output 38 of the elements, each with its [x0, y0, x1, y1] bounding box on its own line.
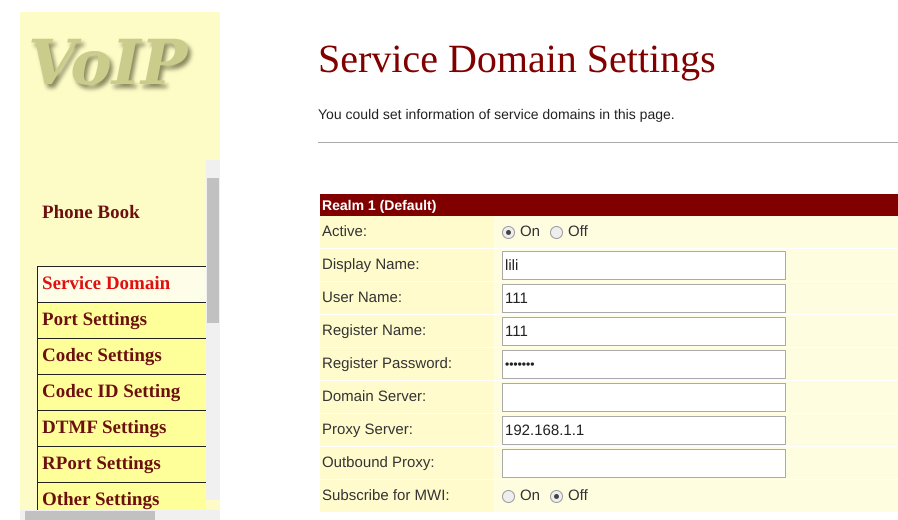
text-field[interactable]: •••••••	[502, 350, 786, 378]
field-label: User Name:	[320, 282, 494, 314]
field-label: Proxy Server:	[320, 414, 494, 446]
logo-text: VoIP	[28, 32, 188, 94]
radio-icon[interactable]	[502, 490, 515, 502]
radio-option[interactable]: On	[502, 484, 540, 508]
radio-option[interactable]: On	[502, 220, 540, 244]
sidebar-menu-item[interactable]: Port Settings	[38, 303, 206, 339]
page-title: Service Domain Settings	[318, 35, 717, 83]
sidebar-menu-item[interactable]: Codec Settings	[38, 339, 206, 375]
vertical-scrollbar[interactable]	[206, 160, 220, 500]
field-label: Domain Server:	[320, 381, 494, 413]
sidebar-menu-item[interactable]: RPort Settings	[38, 447, 206, 483]
field-label: Subscribe for MWI:	[320, 480, 494, 512]
phone-book-link[interactable]: Phone Book	[42, 202, 206, 224]
field-label: Register Password:	[320, 348, 494, 380]
radio-icon[interactable]	[550, 490, 564, 502]
text-field[interactable]: 111	[502, 284, 786, 312]
section-header: Realm 1 (Default)	[320, 194, 898, 216]
text-field[interactable]	[502, 448, 786, 478]
text-field[interactable]	[502, 382, 786, 412]
sidebar-menu-item[interactable]: DTMF Settings	[38, 411, 206, 447]
field-label: Outbound Proxy:	[320, 447, 494, 479]
field-label: Register Name:	[320, 315, 494, 347]
text-field[interactable]: 192.168.1.1	[502, 416, 786, 444]
field-label: Active:	[320, 216, 494, 248]
radio-option[interactable]: Off	[550, 484, 588, 508]
sidebar-menu-item[interactable]: Other Settings	[38, 483, 206, 510]
sidebar-menu-item[interactable]: Service Domain	[38, 267, 206, 303]
horizontal-scrollbar[interactable]	[20, 510, 220, 520]
text-field[interactable]: lili	[502, 250, 786, 280]
radio-icon[interactable]	[502, 226, 515, 238]
sidebar-menu-item[interactable]: Codec ID Setting	[38, 375, 206, 411]
radio-option[interactable]: Off	[550, 220, 588, 244]
text-field[interactable]: 111	[502, 316, 786, 346]
field-label: Display Name:	[320, 249, 494, 281]
radio-icon[interactable]	[550, 226, 564, 238]
page-description: You could set information of service domains in this page.	[318, 105, 676, 124]
